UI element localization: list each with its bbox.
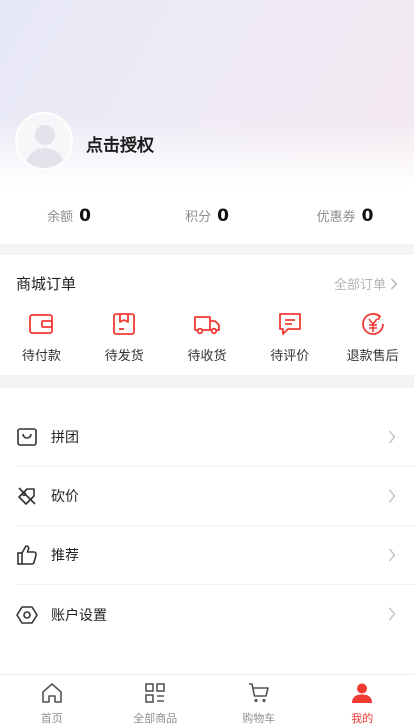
order-pending-payment[interactable]: 待付款	[0, 310, 83, 364]
stat-coupons[interactable]: 优惠券 0	[276, 206, 414, 226]
chevron-right-icon	[391, 278, 398, 289]
menu-item-recommend[interactable]: 推荐	[16, 526, 414, 585]
order-label: 待收货	[187, 349, 227, 364]
menu-item-account-settings[interactable]: 账户设置	[16, 585, 414, 644]
stat-balance[interactable]: 余额 0	[0, 206, 138, 226]
chevron-right-icon	[388, 489, 396, 503]
tab-mine[interactable]: 我的	[311, 675, 414, 728]
stat-points[interactable]: 积分 0	[138, 206, 276, 226]
stat-value: 0	[217, 205, 229, 226]
order-label: 退款售后	[346, 349, 399, 364]
truck-icon	[194, 316, 220, 335]
chevron-right-icon	[388, 548, 396, 562]
menu-item-group-buy[interactable]: 拼团	[16, 408, 414, 467]
avatar-head	[35, 125, 55, 145]
tab-cart[interactable]: 购物车	[207, 675, 311, 728]
menu-label: 推荐	[51, 548, 79, 564]
tab-label: 我的	[351, 712, 374, 725]
stat-label: 优惠券	[316, 210, 356, 225]
all-orders-link[interactable]: 全部订单	[334, 274, 398, 293]
chevron-right-icon	[388, 607, 396, 621]
orders-title: 商城订单	[16, 275, 77, 293]
avatar[interactable]	[15, 112, 73, 170]
comment-icon	[278, 313, 301, 335]
stat-value: 0	[361, 205, 374, 226]
tab-label: 购物车	[242, 712, 276, 725]
menu-label: 砍价	[51, 489, 79, 505]
tab-label: 全部商品	[133, 712, 178, 725]
all-orders-label: 全部订单	[333, 278, 386, 293]
shopping-bag-icon	[17, 428, 37, 446]
bottom-tab-bar: 首页 全部商品 购物车 我的	[0, 674, 414, 728]
orders-section: 商城订单 全部订单 待付款 待发货 待收货 待评价 退款售后	[0, 255, 414, 375]
order-pending-receipt[interactable]: 待收货	[166, 310, 249, 364]
user-icon	[352, 683, 373, 703]
thumbs-up-icon	[17, 545, 37, 565]
tab-home[interactable]: 首页	[0, 675, 104, 728]
menu-label: 拼团	[51, 430, 79, 446]
menu-label: 账户设置	[51, 607, 107, 624]
authorize-login-link[interactable]: 点击授权	[86, 131, 154, 156]
chevron-right-icon	[388, 430, 396, 444]
order-label: 待付款	[21, 349, 61, 364]
order-refund-aftersale[interactable]: 退款售后	[331, 310, 414, 364]
order-label: 待发货	[104, 349, 144, 364]
refund-icon	[361, 313, 384, 335]
order-label: 待评价	[270, 349, 310, 364]
discount-tag-icon	[18, 487, 36, 505]
cart-icon	[248, 683, 269, 703]
home-icon	[41, 683, 62, 703]
tab-label: 首页	[40, 712, 63, 725]
menu-item-bargain[interactable]: 砍价	[16, 467, 414, 526]
stat-value: 0	[79, 205, 91, 226]
box-icon	[113, 313, 136, 335]
avatar-shoulders	[25, 148, 65, 168]
hexagon-settings-icon	[16, 605, 38, 624]
wallet-icon	[29, 314, 54, 334]
order-pending-review[interactable]: 待评价	[248, 310, 331, 364]
menu-list: 拼团 砍价 推荐 账户设置	[0, 388, 414, 674]
order-pending-shipment[interactable]: 待发货	[83, 310, 166, 364]
stat-label: 余额	[47, 210, 74, 225]
tab-all-products[interactable]: 全部商品	[104, 675, 208, 728]
stat-label: 积分	[185, 210, 212, 225]
account-stats: 余额 0 积分 0 优惠券 0	[0, 187, 414, 244]
grid-icon	[145, 683, 166, 703]
